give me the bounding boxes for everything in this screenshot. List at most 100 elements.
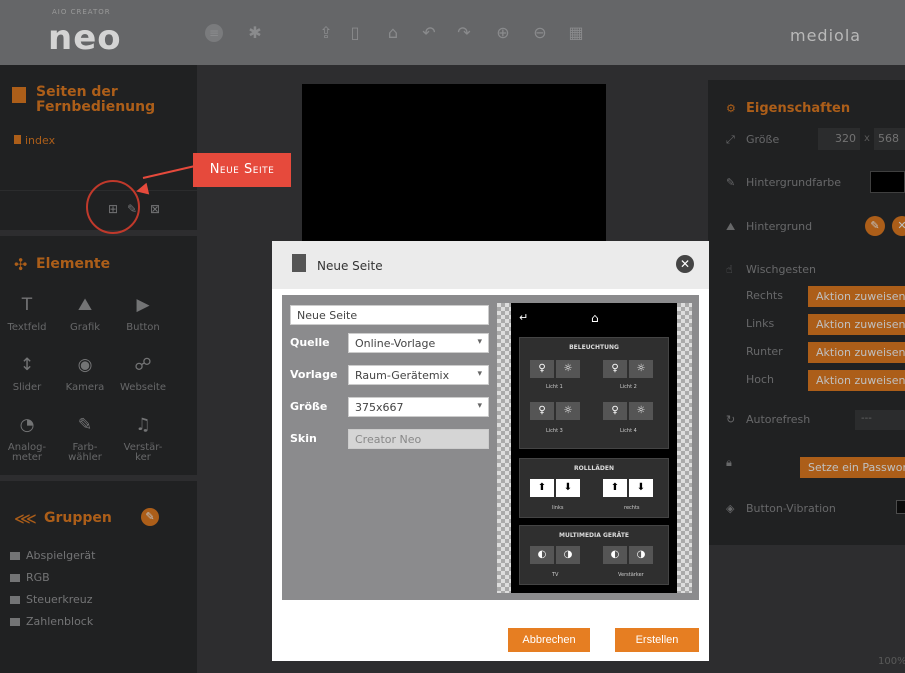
bulb-off-icon: ♀ bbox=[603, 402, 627, 420]
skin-label: Skin bbox=[290, 432, 317, 445]
puzzle-icon[interactable]: ✱ bbox=[246, 24, 264, 42]
callout-label: Neue Seite bbox=[193, 153, 291, 187]
logo-subtitle: AIO CREATOR bbox=[52, 8, 111, 16]
preview-blinds-box: ROLLLÄDEN ⬆ ⬇ ⬆ ⬇ links rechts bbox=[519, 458, 669, 518]
properties-title: Eigenschaften bbox=[746, 101, 851, 116]
template-select[interactable]: Raum-Gerätemix bbox=[348, 365, 489, 385]
zoom-in-icon[interactable]: ⊕ bbox=[494, 24, 512, 42]
element-label: Kamera bbox=[65, 382, 105, 393]
power-on-icon: ◐ bbox=[603, 546, 627, 564]
vibration-checkbox[interactable] bbox=[896, 500, 905, 514]
dialog-title: Neue Seite bbox=[317, 259, 383, 273]
edit-background-icon[interactable]: ✎ bbox=[865, 216, 885, 236]
refresh-icon: ↻ bbox=[726, 413, 736, 426]
elements-heading: Elemente bbox=[36, 256, 111, 272]
element-button[interactable]: ▶ Button bbox=[118, 293, 168, 333]
swipe-label: Wischgesten bbox=[746, 263, 816, 276]
dialog-header: Neue Seite ✕ bbox=[272, 241, 709, 289]
redo-icon[interactable]: ↷ bbox=[455, 24, 473, 42]
image-icon: ⛰ bbox=[77, 295, 93, 315]
groups-heading: Gruppen bbox=[44, 510, 112, 526]
edit-groups-icon[interactable]: ✎ bbox=[141, 508, 159, 526]
swipe-right-label: Rechts bbox=[746, 289, 783, 302]
zoom-out-icon[interactable]: ⊖ bbox=[531, 24, 549, 42]
element-camera[interactable]: ◉ Kamera bbox=[60, 353, 110, 393]
preview-section-title: ROLLLÄDEN bbox=[574, 465, 614, 472]
preview-label: Licht 2 bbox=[620, 384, 637, 390]
text-field-icon: T bbox=[21, 295, 33, 315]
template-label: Vorlage bbox=[290, 368, 338, 381]
delete-page-icon[interactable]: ⊠ bbox=[150, 202, 160, 216]
preview-label: TV bbox=[552, 572, 559, 578]
app-logo: AIO CREATOR neo bbox=[48, 8, 138, 58]
arrow-up-icon: ⬆ bbox=[603, 479, 627, 497]
height-input[interactable]: 568 bbox=[874, 128, 905, 150]
arrow-down-icon: ⬇ bbox=[556, 479, 580, 497]
element-music[interactable]: ♫ Verstär- ker bbox=[118, 413, 168, 463]
size-select[interactable]: 375x667 bbox=[348, 397, 489, 417]
create-button[interactable]: Erstellen bbox=[615, 628, 699, 652]
brush-icon: ✎ bbox=[726, 176, 736, 189]
left-sidebar: Seiten der Fernbedienung index ⊞ ✎ ⊠ ✣ E… bbox=[0, 65, 197, 673]
dialog-body: Neue Seite Quelle Online-Vorlage Vorlage… bbox=[282, 295, 699, 600]
page-name-input[interactable]: Neue Seite bbox=[290, 305, 489, 325]
phone-preview: ↵ ⌂ BELEUCHTUNG ♀ ☼ ♀ ☼ Licht 1 Licht 2 … bbox=[511, 303, 677, 593]
remove-background-icon[interactable]: ✕ bbox=[892, 216, 905, 236]
element-link[interactable]: ☍ Webseite bbox=[118, 353, 168, 393]
undo-icon[interactable]: ↶ bbox=[420, 24, 438, 42]
element-image[interactable]: ⛰ Grafik bbox=[60, 293, 110, 333]
file-icon bbox=[14, 135, 21, 144]
element-color-picker[interactable]: ✎ Farb- wähler bbox=[60, 413, 110, 463]
swipe-down-label: Runter bbox=[746, 345, 783, 358]
source-label: Quelle bbox=[290, 336, 330, 349]
element-label: Slider bbox=[12, 382, 42, 393]
autorefresh-label: Autorefresh bbox=[746, 413, 811, 426]
group-item[interactable]: Steuerkreuz bbox=[10, 593, 93, 606]
element-gauge[interactable]: ◔ Analog- meter bbox=[2, 413, 52, 463]
grid-icon[interactable]: ▦ bbox=[567, 24, 585, 42]
cancel-button[interactable]: Abbrechen bbox=[508, 628, 590, 652]
element-label: Verstär- ker bbox=[123, 442, 163, 463]
bgcolor-swatch[interactable] bbox=[870, 171, 905, 193]
page-item-index[interactable]: index bbox=[14, 134, 55, 147]
device-icon[interactable]: ▯ bbox=[346, 24, 364, 42]
top-toolbar: AIO CREATOR neo ≡ ✱ ⇪ ▯ ⌂ ↶ ↷ ⊕ ⊖ ▦ medi… bbox=[0, 0, 905, 65]
element-label: Webseite bbox=[119, 382, 166, 393]
home-icon[interactable]: ⌂ bbox=[384, 24, 402, 42]
assign-action-left-button[interactable]: Aktion zuweisen bbox=[808, 314, 905, 335]
brand-logo: mediola bbox=[790, 26, 862, 45]
properties-panel: ⚙ Eigenschaften ⤢ Größe 320 x 568 ✎ Hint… bbox=[708, 80, 905, 545]
close-icon[interactable]: ✕ bbox=[676, 255, 694, 273]
group-item[interactable]: Abspielgerät bbox=[10, 549, 95, 562]
highlight-circle bbox=[86, 180, 140, 234]
menu-icon[interactable]: ≡ bbox=[205, 24, 223, 42]
design-canvas[interactable] bbox=[302, 84, 606, 244]
set-password-button[interactable]: Setze ein Passwort bbox=[800, 457, 905, 478]
group-item[interactable]: Zahlenblock bbox=[10, 615, 93, 628]
assign-action-up-button[interactable]: Aktion zuweisen bbox=[808, 370, 905, 391]
new-page-dialog: Neue Seite ✕ Neue Seite Quelle Online-Vo… bbox=[272, 241, 709, 661]
groups-icon: ⋘ bbox=[14, 509, 37, 528]
gear-icon: ⚙ bbox=[726, 102, 736, 115]
size-label: Größe bbox=[746, 133, 780, 146]
arrow-up-icon: ⬆ bbox=[530, 479, 554, 497]
group-item[interactable]: RGB bbox=[10, 571, 50, 584]
element-text-field[interactable]: T Textfeld bbox=[2, 293, 52, 333]
size-label: Größe bbox=[290, 400, 328, 413]
elements-icon: ✣ bbox=[14, 255, 28, 274]
bulb-on-icon: ☼ bbox=[556, 402, 580, 420]
autorefresh-select[interactable]: --- bbox=[855, 410, 905, 430]
pages-heading: Seiten der Fernbedienung bbox=[36, 84, 156, 115]
assign-action-right-button[interactable]: Aktion zuweisen bbox=[808, 286, 905, 307]
upload-icon[interactable]: ⇪ bbox=[317, 24, 335, 42]
power-on-icon: ◐ bbox=[530, 546, 554, 564]
bulb-off-icon: ♀ bbox=[530, 360, 554, 378]
back-icon: ↵ bbox=[519, 311, 529, 324]
assign-action-down-button[interactable]: Aktion zuweisen bbox=[808, 342, 905, 363]
element-slider[interactable]: ↕ Slider bbox=[2, 353, 52, 393]
gauge-icon: ◔ bbox=[19, 415, 35, 435]
arrow-down-icon: ⬇ bbox=[629, 479, 653, 497]
width-input[interactable]: 320 bbox=[818, 128, 860, 150]
source-select[interactable]: Online-Vorlage bbox=[348, 333, 489, 353]
image-icon: ⛰ bbox=[726, 220, 736, 233]
